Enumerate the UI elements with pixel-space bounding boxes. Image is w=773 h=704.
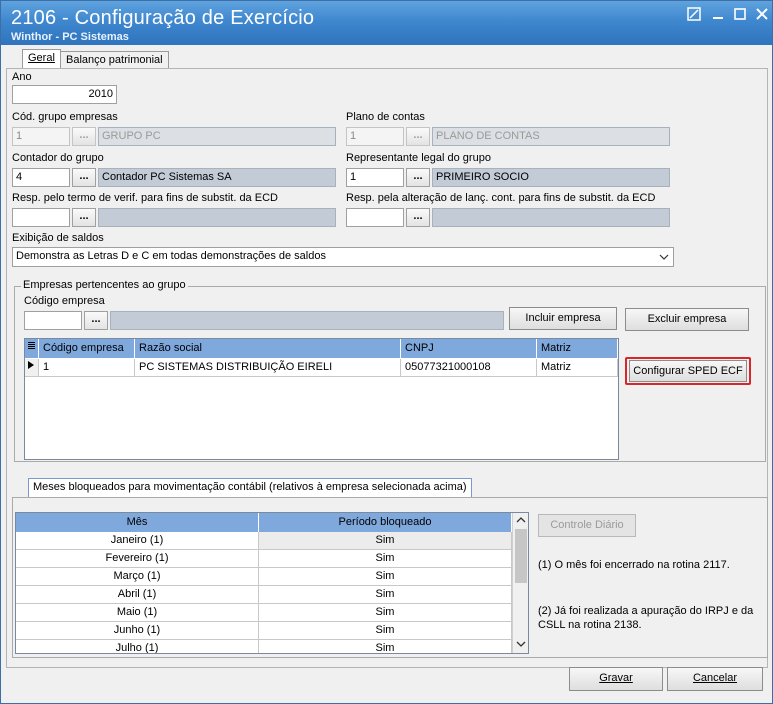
col-matriz[interactable]: Matriz (537, 339, 618, 358)
exibicao-label: Exibição de saldos (12, 232, 104, 244)
periodo-cell[interactable]: Sim (259, 586, 512, 604)
periodo-cell[interactable]: Sim (259, 640, 512, 653)
app-window: 2106 - Configuração de Exercício Winthor… (0, 0, 773, 704)
excluir-empresa-button[interactable]: Excluir empresa (625, 308, 749, 331)
cod-grupo-input[interactable]: 1 (12, 127, 70, 146)
resp-alteracao-lookup-button[interactable]: ... (406, 208, 430, 227)
mes-cell[interactable]: Janeiro (1) (16, 532, 259, 550)
representante-input[interactable]: 1 (346, 168, 404, 187)
meses-scrollbar[interactable] (512, 513, 528, 653)
exibicao-select[interactable]: Demonstra as Letras D e C em todas demon… (12, 247, 674, 267)
gravar-button[interactable]: Gravar (569, 667, 663, 691)
controle-diario-button[interactable]: Controle Diário (538, 514, 636, 537)
col-codigo-empresa[interactable]: Código empresa (39, 339, 135, 358)
empresas-group-label: Empresas pertencentes ao grupo (21, 279, 188, 291)
col-periodo-bloqueado[interactable]: Período bloqueado (259, 513, 512, 532)
ano-label: Ano (12, 71, 32, 83)
resp-termo-input[interactable] (12, 208, 70, 227)
chevron-down-icon (659, 248, 669, 266)
contador-input[interactable]: 4 (12, 168, 70, 187)
window-subtitle: Winthor - PC Sistemas (11, 31, 129, 43)
mes-cell[interactable]: Junho (1) (16, 622, 259, 640)
minimize-icon[interactable] (709, 7, 727, 23)
exibicao-selected-value: Demonstra as Letras D e C em todas demon… (16, 250, 326, 262)
resp-termo-description (98, 208, 336, 227)
representante-description: PRIMEIRO SOCIO (432, 168, 670, 187)
maximize-icon[interactable] (731, 7, 749, 23)
ano-input[interactable]: 2010 (12, 85, 117, 104)
note-rotina-2117: (1) O mês foi encerrado na rotina 2117. (538, 559, 730, 571)
contador-lookup-button[interactable]: ... (72, 168, 96, 187)
contador-label: Contador do grupo (12, 152, 104, 164)
mes-cell[interactable]: Abril (1) (16, 586, 259, 604)
scroll-up-icon[interactable] (515, 515, 527, 528)
window-title: 2106 - Configuração de Exercício (11, 7, 315, 29)
codigo-empresa-label: Código empresa (24, 295, 105, 307)
tab-meses-bloqueados[interactable]: Meses bloqueados para movimentação contá… (28, 478, 472, 498)
resp-termo-label: Resp. pelo termo de verif. para fins de … (12, 192, 278, 204)
incluir-empresa-button[interactable]: Incluir empresa (509, 307, 617, 330)
representante-lookup-button[interactable]: ... (406, 168, 430, 187)
empresa-cell-cnpj[interactable]: 05077321000108 (401, 359, 537, 377)
resp-termo-lookup-button[interactable]: ... (72, 208, 96, 227)
mes-cell[interactable]: Julho (1) (16, 640, 259, 653)
col-mes[interactable]: Mês (16, 513, 259, 532)
cod-grupo-label: Cód. grupo empresas (12, 111, 118, 123)
grupo-description: GRUPO PC (98, 127, 336, 146)
periodo-cell[interactable]: Sim (259, 532, 512, 550)
plano-description: PLANO DE CONTAS (432, 127, 670, 146)
mes-cell[interactable]: Maio (1) (16, 604, 259, 622)
resp-alteracao-input[interactable] (346, 208, 404, 227)
tab-balanco-patrimonial[interactable]: Balanço patrimonial (60, 51, 169, 69)
mes-cell[interactable]: Março (1) (16, 568, 259, 586)
cancelar-button[interactable]: Cancelar (667, 667, 763, 691)
resp-alteracao-description (432, 208, 670, 227)
meses-grid[interactable]: Mês Período bloqueado Janeiro (1) Sim Fe… (15, 512, 529, 654)
periodo-cell[interactable]: Sim (259, 550, 512, 568)
empresa-cell-codigo[interactable]: 1 (39, 359, 135, 377)
scroll-thumb[interactable] (515, 529, 527, 583)
plano-input[interactable]: 1 (346, 127, 404, 146)
empresa-cell-matriz[interactable]: Matriz (537, 359, 618, 377)
configurar-sped-ecf-button[interactable]: Configurar SPED ECF (629, 360, 747, 382)
representante-label: Representante legal do grupo (346, 152, 491, 164)
codigo-empresa-input[interactable] (24, 311, 82, 330)
codigo-empresa-lookup-button[interactable]: ... (84, 311, 108, 330)
col-cnpj[interactable]: CNPJ (401, 339, 537, 358)
tab-geral[interactable]: Geral (22, 49, 61, 69)
mes-cell[interactable]: Fevereiro (1) (16, 550, 259, 568)
empresas-grid[interactable]: Código empresa Razão social CNPJ Matriz … (24, 338, 619, 460)
periodo-cell[interactable]: Sim (259, 622, 512, 640)
grid-menu-icon[interactable] (25, 339, 39, 358)
empresa-cell-razao[interactable]: PC SISTEMAS DISTRIBUIÇÃO EIRELI (135, 359, 401, 377)
row-indicator-icon (25, 359, 39, 377)
note-rotina-2138: (2) Já foi realizada a apuração do IRPJ … (538, 605, 754, 631)
resp-alteracao-label: Resp. pela alteração de lanç. cont. para… (346, 192, 656, 204)
cod-grupo-lookup-button[interactable]: ... (72, 127, 96, 146)
plano-label: Plano de contas (346, 111, 425, 123)
col-razao-social[interactable]: Razão social (135, 339, 401, 358)
scroll-down-icon[interactable] (515, 639, 527, 652)
periodo-cell[interactable]: Sim (259, 568, 512, 586)
close-icon[interactable] (753, 7, 771, 23)
empresa-description (110, 311, 504, 330)
restore-icon[interactable] (685, 7, 703, 23)
plano-lookup-button[interactable]: ... (406, 127, 430, 146)
periodo-cell[interactable]: Sim (259, 604, 512, 622)
contador-description: Contador PC Sistemas SA (98, 168, 336, 187)
title-bar: 2106 - Configuração de Exercício Winthor… (1, 1, 772, 45)
